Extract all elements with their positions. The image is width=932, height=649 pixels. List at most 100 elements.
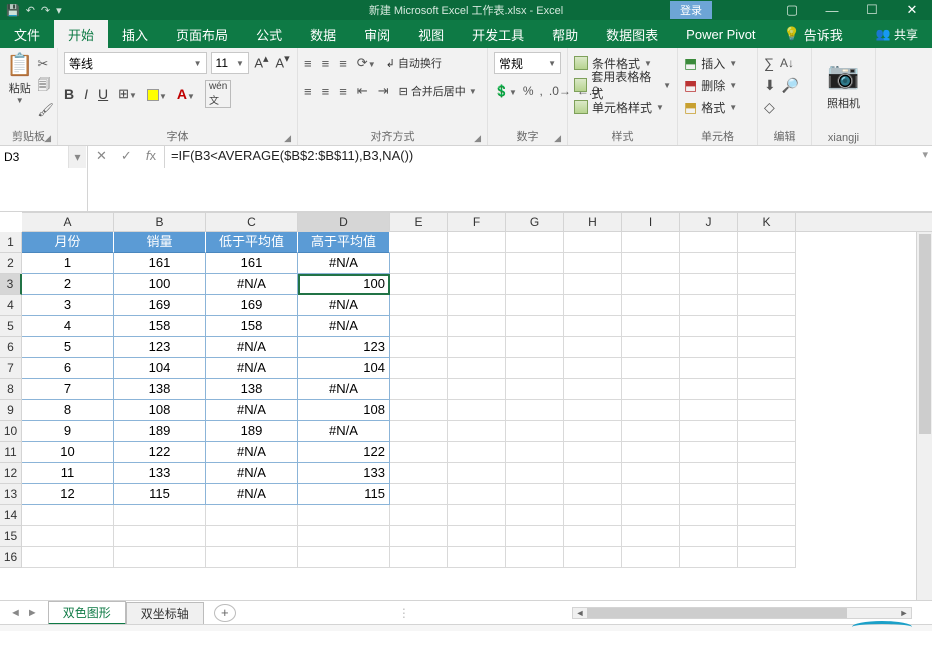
cell[interactable]: 销量	[114, 232, 206, 253]
orientation-icon[interactable]: ⟳▼	[357, 55, 376, 71]
cell[interactable]	[506, 547, 564, 568]
cell[interactable]: #N/A	[206, 358, 298, 379]
formula-input[interactable]: =IF(B3<AVERAGE($B$2:$B$11),B3,NA()) ▾	[165, 146, 932, 211]
dialog-launcher-icon[interactable]: ◢	[44, 133, 51, 144]
copy-icon[interactable]: 🗐	[37, 76, 54, 98]
cell[interactable]	[448, 232, 506, 253]
cell[interactable]	[22, 547, 114, 568]
cell[interactable]	[680, 400, 738, 421]
cell[interactable]: #N/A	[298, 421, 390, 442]
align-bottom-icon[interactable]: ≡	[339, 56, 347, 71]
cell[interactable]: 169	[114, 295, 206, 316]
cell[interactable]	[680, 232, 738, 253]
cell[interactable]	[564, 232, 622, 253]
expand-formula-bar-icon[interactable]: ▾	[922, 148, 928, 161]
cell[interactable]: 133	[298, 463, 390, 484]
cell[interactable]	[622, 358, 680, 379]
cell[interactable]	[564, 358, 622, 379]
cell[interactable]	[390, 421, 448, 442]
cell[interactable]	[448, 421, 506, 442]
cell[interactable]	[506, 232, 564, 253]
cell[interactable]: 138	[114, 379, 206, 400]
cell[interactable]	[564, 442, 622, 463]
tab-data[interactable]: 数据	[296, 20, 350, 48]
cell[interactable]	[506, 505, 564, 526]
cell[interactable]	[298, 505, 390, 526]
cell[interactable]: 123	[114, 337, 206, 358]
cell[interactable]	[448, 295, 506, 316]
dialog-launcher-icon[interactable]: ◢	[474, 133, 481, 144]
cell[interactable]	[206, 505, 298, 526]
autosum-icon[interactable]: ∑	[764, 55, 774, 71]
cell[interactable]	[622, 526, 680, 547]
cell[interactable]	[564, 253, 622, 274]
column-header[interactable]: F	[448, 213, 506, 231]
tab-chart-addin[interactable]: 数据图表	[592, 20, 672, 48]
dialog-launcher-icon[interactable]: ◢	[554, 133, 561, 144]
cell[interactable]	[680, 337, 738, 358]
cell[interactable]	[622, 484, 680, 505]
cell[interactable]	[738, 463, 796, 484]
row-header[interactable]: 15	[0, 526, 22, 547]
cell[interactable]	[738, 274, 796, 295]
font-name-dropdown[interactable]: 等线▼	[64, 52, 207, 74]
cell[interactable]	[680, 421, 738, 442]
column-header[interactable]: B	[114, 213, 206, 231]
font-size-dropdown[interactable]: 11▼	[211, 52, 249, 74]
cancel-formula-icon[interactable]: ✕	[96, 148, 107, 164]
cell[interactable]: 10	[22, 442, 114, 463]
insert-cells-button[interactable]: ⬒插入▼	[684, 52, 751, 74]
minimize-icon[interactable]: —	[812, 3, 852, 18]
cell[interactable]: 2	[22, 274, 114, 295]
increase-indent-icon[interactable]: ⇥	[378, 83, 389, 99]
cell[interactable]	[22, 505, 114, 526]
cell[interactable]	[738, 358, 796, 379]
cell[interactable]	[448, 274, 506, 295]
cell[interactable]	[448, 253, 506, 274]
add-sheet-button[interactable]: +	[214, 604, 236, 622]
cell[interactable]: 100	[114, 274, 206, 295]
cell[interactable]	[506, 358, 564, 379]
cell[interactable]: 122	[298, 442, 390, 463]
row-header[interactable]: 2	[0, 253, 22, 274]
cell[interactable]: 189	[206, 421, 298, 442]
cell[interactable]	[390, 253, 448, 274]
phonetic-button[interactable]: wén文	[205, 80, 231, 108]
fill-color-button[interactable]: ▼	[147, 86, 167, 102]
cell[interactable]	[738, 526, 796, 547]
wrap-text-button[interactable]: ↲ 自动换行	[386, 55, 442, 71]
row-header[interactable]: 8	[0, 379, 22, 400]
cell[interactable]	[114, 505, 206, 526]
cell[interactable]	[390, 316, 448, 337]
cell[interactable]: 9	[22, 421, 114, 442]
cell[interactable]: #N/A	[298, 379, 390, 400]
cell[interactable]	[448, 547, 506, 568]
cell[interactable]	[390, 232, 448, 253]
cell[interactable]	[564, 505, 622, 526]
scrollbar-thumb[interactable]	[587, 608, 847, 618]
accept-formula-icon[interactable]: ✓	[121, 148, 132, 164]
cell[interactable]	[114, 526, 206, 547]
save-icon[interactable]: 💾	[6, 4, 20, 17]
cell[interactable]	[506, 442, 564, 463]
cell[interactable]: 133	[114, 463, 206, 484]
cell[interactable]: 1	[22, 253, 114, 274]
find-icon[interactable]: 🔎	[782, 77, 799, 94]
cell[interactable]	[680, 547, 738, 568]
cell[interactable]	[564, 526, 622, 547]
cell[interactable]	[390, 547, 448, 568]
paste-button[interactable]: 📋 粘贴 ▼	[6, 52, 33, 127]
row-header[interactable]: 14	[0, 505, 22, 526]
delete-cells-button[interactable]: ⬒删除▼	[684, 74, 751, 96]
underline-button[interactable]: U	[98, 86, 108, 102]
merge-center-button[interactable]: ⊟ 合并后居中▼	[399, 83, 477, 99]
cell[interactable]	[448, 463, 506, 484]
cell[interactable]	[506, 337, 564, 358]
align-right-icon[interactable]: ≡	[339, 84, 347, 99]
cell[interactable]	[506, 484, 564, 505]
cell[interactable]	[564, 421, 622, 442]
cell[interactable]: 6	[22, 358, 114, 379]
column-header[interactable]: D	[298, 213, 390, 231]
redo-icon[interactable]: ↷	[41, 4, 50, 17]
scrollbar-thumb[interactable]	[919, 234, 931, 434]
